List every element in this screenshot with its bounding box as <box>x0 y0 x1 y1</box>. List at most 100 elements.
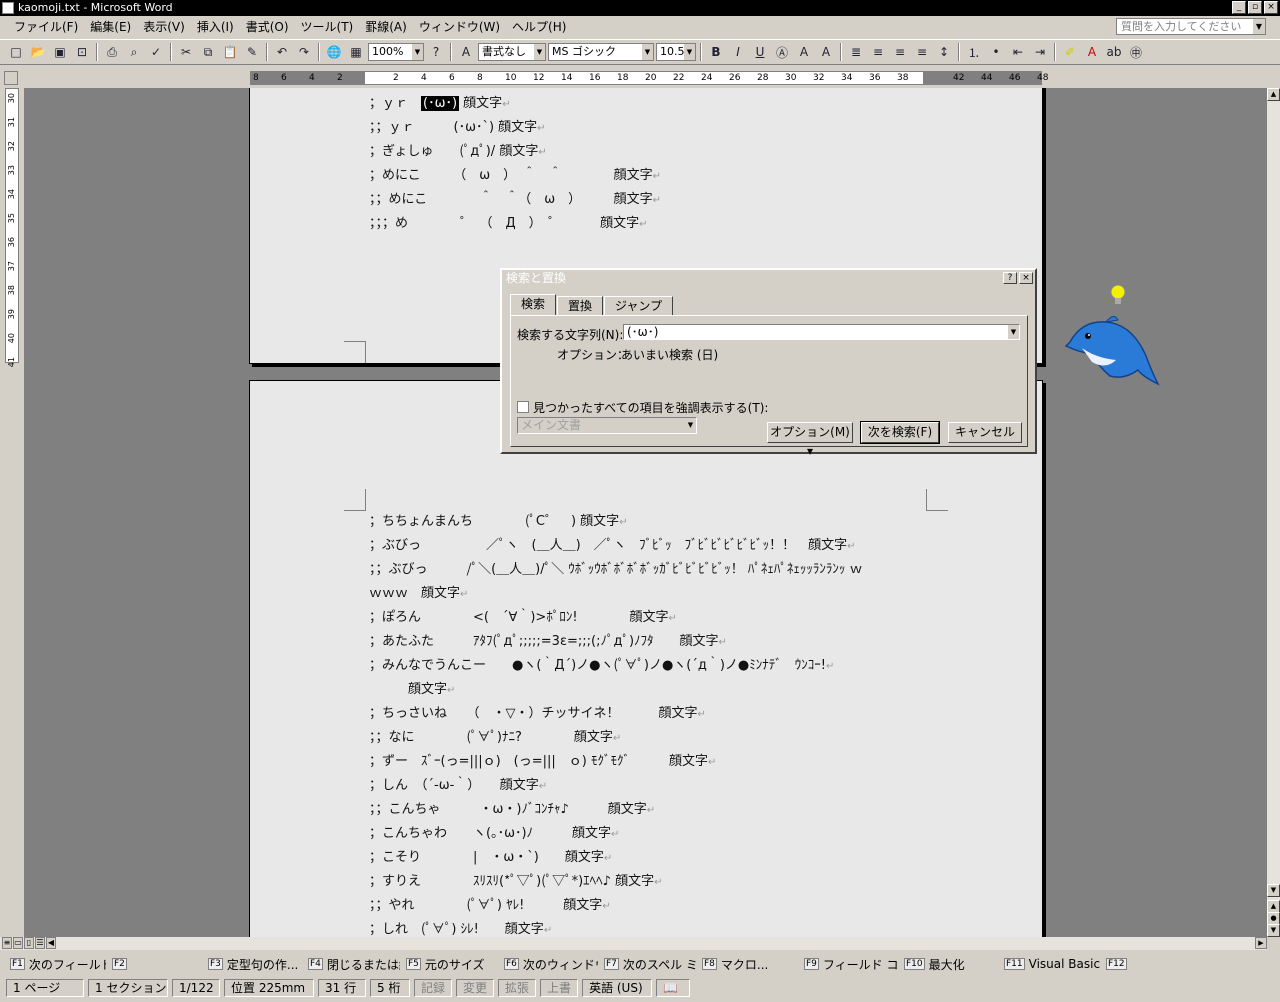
font-size-combo[interactable]: 10.5 ▼ <box>656 43 696 61</box>
menu-item-8[interactable]: ヘルプ(H) <box>506 17 572 37</box>
text-line[interactable]: ；；めにこ ＾ ＾（ ω ） 顔文字↵ <box>369 191 661 210</box>
text-line[interactable]: ；；やれ (ﾟ∀ﾟ) ﾔﾚ! 顔文字↵ <box>369 897 611 916</box>
fkey-f5[interactable]: F5 元のサイズ <box>406 956 498 973</box>
status-record[interactable]: 記録 <box>414 979 453 997</box>
fkey-f1[interactable]: F1 次のフィールド <box>10 956 106 973</box>
increase-indent-icon[interactable]: ⇥ <box>1030 42 1050 62</box>
cancel-button[interactable]: キャンセル <box>948 422 1022 443</box>
right-align-icon[interactable]: ≡ <box>890 42 910 62</box>
text-line[interactable]: ；あたふた ｱﾀﾌ(ﾟдﾟ;;;;;=3ε=;;;(;ﾉﾟдﾟ)ﾉﾌﾀ 顔文字↵ <box>369 633 727 652</box>
dialog-tab-2[interactable]: ジャンプ <box>604 296 674 315</box>
search-match-highlight[interactable]: (･ω･) <box>421 96 460 111</box>
menu-item-3[interactable]: 挿入(I) <box>191 17 240 37</box>
text-line[interactable]: ；こそり | ・ω・`) 顔文字↵ <box>369 849 612 868</box>
fkey-f7[interactable]: F7次のスペル ミス <box>604 956 696 973</box>
dialog-title-bar[interactable]: 検索と置換 ? × <box>502 270 1035 287</box>
open-folder-icon[interactable]: 📂 <box>28 42 48 62</box>
vertical-ruler[interactable]: 30 31 32 33 34 35 36 37 38 39 40 41 <box>5 88 19 367</box>
font-combo[interactable]: MS ゴシック ▼ <box>548 43 654 61</box>
zoom-combo[interactable]: 100% ▼ <box>368 43 424 61</box>
spelling-status-icon[interactable]: 📖 <box>656 979 691 997</box>
text-line[interactable]: ；こんちゃわ ヽ(｡･ω･)ﾉ 顔文字↵ <box>369 825 619 844</box>
fkey-f4[interactable]: F4閉じるまたは終 <box>308 956 400 973</box>
text-line[interactable]: ；；なに (ﾟ∀ﾟ)ﾅﾆ? 顔文字↵ <box>369 729 621 748</box>
new-document-icon[interactable]: □ <box>6 42 26 62</box>
line-spacing-icon[interactable]: ↕ <box>934 42 954 62</box>
dialog-tab-1[interactable]: 置換 <box>557 296 604 315</box>
text-line[interactable]: ；しん （´-ω-｀） 顔文字↵ <box>369 777 547 796</box>
copy-icon[interactable]: ⧉ <box>198 42 218 62</box>
text-line[interactable]: ；しれ (ﾟ∀ﾟ) ｼﾚ! 顔文字↵ <box>369 921 552 937</box>
fkey-f12[interactable]: F12 <box>1106 958 1136 970</box>
horizontal-scrollbar[interactable]: ≡ ▭ ▯ ☰ ◀ ▶ <box>0 937 1267 950</box>
web-view-icon[interactable]: ▭ <box>13 937 23 949</box>
dialog-close-button[interactable]: × <box>1019 272 1033 284</box>
status-extend[interactable]: 拡張 <box>498 979 537 997</box>
text-line[interactable]: ；ｙｒ (･ω･) 顔文字↵ <box>369 95 511 114</box>
fkey-f9[interactable]: F9フィールド コー... <box>804 956 898 973</box>
text-line[interactable]: ；すりえ ｽﾘｽﾘ(*ﾟ▽ﾟ)(ﾟ▽ﾟ*)ｴﾍﾍ♪ 顔文字↵ <box>369 873 663 892</box>
text-line[interactable]: ；；こんちゃ ・ω・)ﾉﾞｺﾝﾁｬ♪ 顔文字↵ <box>369 801 655 820</box>
bullets-icon[interactable]: • <box>986 42 1006 62</box>
dialog-help-button[interactable]: ? <box>1003 272 1017 284</box>
highlight-icon[interactable]: ✐ <box>1060 42 1080 62</box>
numbering-icon[interactable]: ⒈ <box>964 42 984 62</box>
document-area[interactable]: ；ｙｒ (･ω･) 顔文字↵ ；；ｙｒ (･ω･`) 顔文字↵ ；ぎょしゅ (ﾟдﾟ… <box>24 88 1267 937</box>
office-assistant-dolphin-icon[interactable] <box>1062 280 1162 390</box>
permission-icon[interactable]: ⊡ <box>72 42 92 62</box>
text-line[interactable]: ；；ぶびっ /ﾟ＼(＿人＿)/ﾟ＼ ｳﾎﾞｯｳﾎﾞﾎﾞﾎﾞﾎﾞｯｶﾞﾋﾞﾋﾞﾋﾞ… <box>369 561 863 579</box>
text-line[interactable]: ；；ｙｒ (･ω･`) 顔文字↵ <box>369 119 546 138</box>
text-line[interactable]: ；；；め ゜ （ Д ） ゜ 顔文字↵ <box>369 215 648 234</box>
next-page-icon[interactable]: ▼ <box>1267 924 1280 937</box>
text-line[interactable]: ；ぎょしゅ (ﾟдﾟ)/ 顔文字↵ <box>369 143 547 162</box>
styles-icon[interactable]: A <box>456 42 476 62</box>
char-scaling-icon[interactable]: A <box>816 42 836 62</box>
text-line[interactable]: ；みんなでうんこー ●ヽ(｀Д´)ノ●ヽ(ﾟ∀ﾟ)ノ●ヽ(´д｀)ノ●ﾐﾝﾅﾃﾞ… <box>369 657 834 676</box>
justify-icon[interactable]: ≣ <box>846 42 866 62</box>
menu-item-1[interactable]: 編集(E) <box>84 17 137 37</box>
tab-selector[interactable] <box>4 71 18 85</box>
font-color-icon[interactable]: A <box>1082 42 1102 62</box>
vertical-scrollbar[interactable]: ▲ ▼ ▲ ● ▼ <box>1267 88 1280 937</box>
fkey-f8[interactable]: F8 マクロ... <box>702 956 798 973</box>
normal-view-icon[interactable]: ≡ <box>2 937 12 949</box>
text-line[interactable]: ；ちちょんまんち (ﾟC゜ ) 顔文字↵ <box>369 513 628 532</box>
text-line[interactable]: 顔文字↵ <box>369 681 455 700</box>
cut-icon[interactable]: ✂ <box>176 42 196 62</box>
menu-item-0[interactable]: ファイル(F) <box>8 17 84 37</box>
distributed-align-icon[interactable]: ≡ <box>912 42 932 62</box>
outline-view-icon[interactable]: ☰ <box>35 937 45 949</box>
paste-icon[interactable]: 📋 <box>220 42 240 62</box>
table-icon[interactable]: ▦ <box>346 42 366 62</box>
page-2[interactable]: ；ちちょんまんち (ﾟC゜ ) 顔文字↵ ；ぶびっ ／ﾟヽ (＿人＿) ／ﾟヽ ﾌ… <box>249 380 1043 937</box>
menu-item-2[interactable]: 表示(V) <box>137 17 191 37</box>
find-what-input[interactable]: (･ω･) ▼ <box>623 324 1020 340</box>
redo-icon[interactable]: ↷ <box>294 42 314 62</box>
menu-item-7[interactable]: ウィンドウ(W) <box>413 17 506 37</box>
fkey-f6[interactable]: F6次のウィンドウ <box>504 956 598 973</box>
enclose-chars-icon[interactable]: ㊥ <box>1126 42 1146 62</box>
chevron-down-icon[interactable]: ▼ <box>1008 325 1019 339</box>
menu-item-6[interactable]: 罫線(A) <box>359 17 413 37</box>
chevron-down-icon[interactable]: ▼ <box>685 418 696 432</box>
fkey-f2[interactable]: F2 <box>112 958 202 970</box>
scroll-right-icon[interactable]: ▶ <box>1255 937 1267 949</box>
style-combo[interactable]: 書式なし ▼ <box>478 43 546 61</box>
text-line[interactable]: ；ぶびっ ／ﾟヽ (＿人＿) ／ﾟヽ ﾌﾞﾋﾞｯ ﾌﾞﾋﾞﾋﾞﾋﾞﾋﾞﾋﾞｯ！！… <box>369 537 856 556</box>
char-shading-icon[interactable]: A <box>794 42 814 62</box>
print-layout-icon[interactable]: ▯ <box>24 937 34 949</box>
status-track[interactable]: 変更 <box>456 979 495 997</box>
undo-icon[interactable]: ↶ <box>272 42 292 62</box>
status-overtype[interactable]: 上書 <box>540 979 579 997</box>
minimize-button[interactable]: _ <box>1232 1 1246 14</box>
scroll-up-icon[interactable]: ▲ <box>1267 88 1280 101</box>
fkey-f10[interactable]: F10 最大化 <box>904 956 998 973</box>
text-line[interactable]: ；ぽろん <( ´∀｀)>ﾎﾟﾛﾝ! 顔文字↵ <box>369 609 677 628</box>
center-align-icon[interactable]: ≡ <box>868 42 888 62</box>
menu-item-5[interactable]: ツール(T) <box>295 17 360 37</box>
help-icon[interactable]: ? <box>426 42 446 62</box>
print-icon[interactable]: ⎙ <box>102 42 122 62</box>
decrease-indent-icon[interactable]: ⇤ <box>1008 42 1028 62</box>
menu-item-4[interactable]: 書式(O) <box>240 17 295 37</box>
text-line[interactable]: ；ずー ｽﾞｰ(っ=|||ｏ) (っ=||| ｏ) ﾓｸﾞﾓｸﾞ 顔文字↵ <box>369 753 716 772</box>
